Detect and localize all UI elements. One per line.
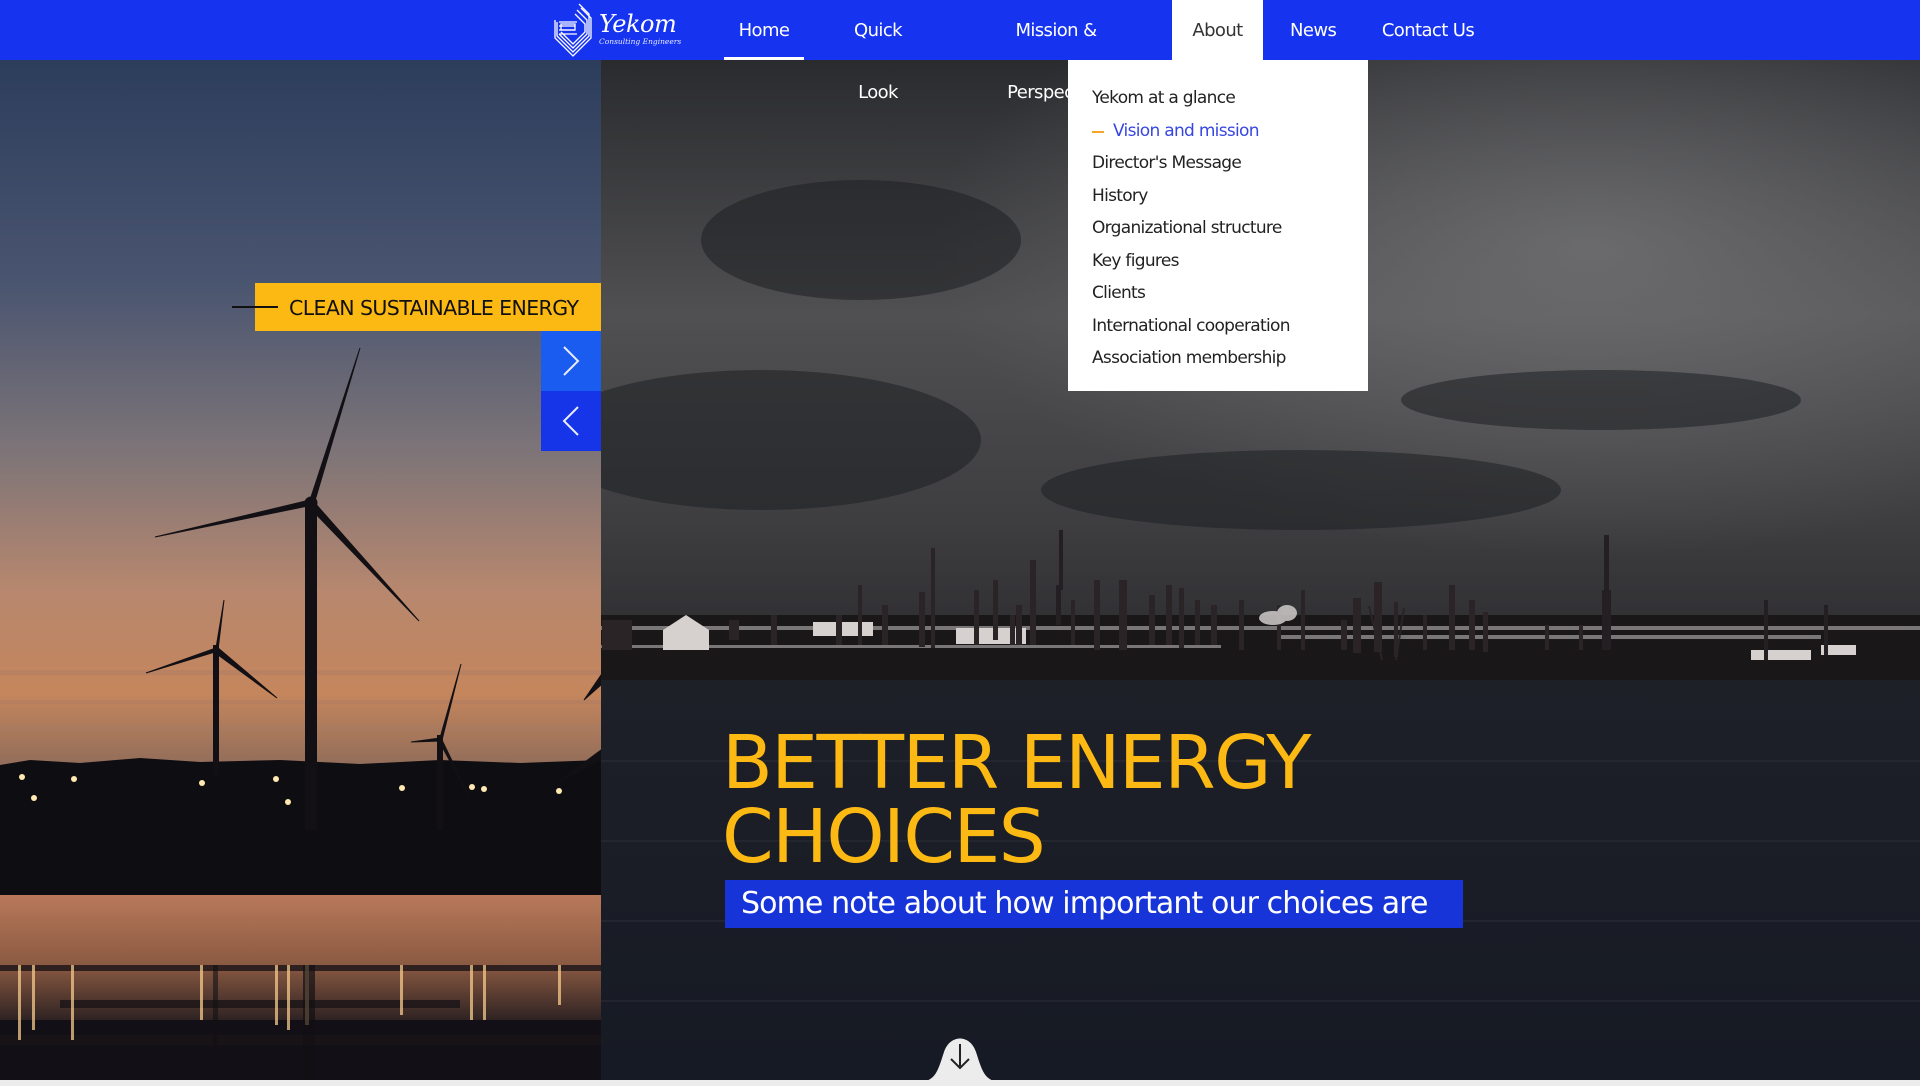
- logo[interactable]: Yekom Consulting Engineers: [553, 0, 681, 60]
- nav-contact-us[interactable]: Contact Us: [1380, 0, 1476, 60]
- tag-line-decoration: [232, 306, 278, 308]
- menu-item-international-cooperation[interactable]: International cooperation: [1068, 310, 1368, 343]
- menu-item-label: Key figures: [1092, 250, 1179, 271]
- menu-item-label: Organizational structure: [1092, 218, 1282, 238]
- logo-name: Yekom: [599, 10, 677, 38]
- slide-caption-text: CLEAN SUSTAINABLE ENERGY: [289, 296, 579, 320]
- headline-line-1: BETTER ENERGY: [722, 720, 1311, 806]
- menu-item-label: Director's Message: [1092, 153, 1242, 173]
- nav-mission-perspective[interactable]: Mission & Perspective: [968, 0, 1144, 103]
- logo-tagline: Consulting Engineers: [599, 37, 682, 46]
- chevron-left-icon: [562, 406, 579, 436]
- menu-item-history[interactable]: History: [1068, 180, 1368, 213]
- scroll-down-button[interactable]: [918, 1030, 1002, 1082]
- selected-indicator: [1092, 130, 1104, 133]
- menu-item-label: Vision and mission: [1113, 120, 1260, 141]
- nav-quick-look[interactable]: Quick Look: [832, 0, 924, 103]
- nav-home[interactable]: Home: [724, 0, 804, 60]
- nav-about[interactable]: About: [1172, 0, 1263, 60]
- slider-prev-button[interactable]: [541, 391, 601, 451]
- menu-item-clients[interactable]: Clients: [1068, 277, 1368, 310]
- menu-item-key-figures[interactable]: Key figures: [1068, 245, 1368, 278]
- nav-news[interactable]: News: [1290, 0, 1337, 60]
- about-dropdown-menu: Yekom at a glance Vision and mission Dir…: [1068, 60, 1368, 391]
- wind-turbines-image: [0, 60, 601, 1081]
- hero-headline: BETTER ENERGY CHOICES: [722, 720, 1311, 880]
- menu-item-label: History: [1092, 185, 1148, 206]
- menu-item-label: Association membership: [1092, 348, 1286, 368]
- chevron-right-icon: [563, 346, 580, 376]
- menu-item-directors-message[interactable]: Director's Message: [1068, 147, 1368, 180]
- hero-subtitle: Some note about how important our choice…: [725, 880, 1463, 928]
- menu-item-organizational-structure[interactable]: Organizational structure: [1068, 212, 1368, 245]
- headline-line-2: CHOICES: [722, 794, 1046, 880]
- menu-item-label: International cooperation: [1092, 315, 1290, 336]
- top-navigation: Yekom Consulting Engineers Home Quick Lo…: [0, 0, 1920, 103]
- slider-next-button[interactable]: [541, 331, 601, 391]
- menu-item-label: Clients: [1092, 283, 1146, 303]
- yekom-logo-icon: [554, 3, 592, 57]
- menu-item-yekom-at-a-glance[interactable]: Yekom at a glance: [1068, 82, 1368, 115]
- menu-item-association-membership[interactable]: Association membership: [1068, 342, 1368, 375]
- menu-item-vision-and-mission[interactable]: Vision and mission: [1068, 115, 1368, 148]
- menu-item-label: Yekom at a glance: [1092, 88, 1236, 108]
- slider-image-wind-turbines: [0, 60, 601, 1081]
